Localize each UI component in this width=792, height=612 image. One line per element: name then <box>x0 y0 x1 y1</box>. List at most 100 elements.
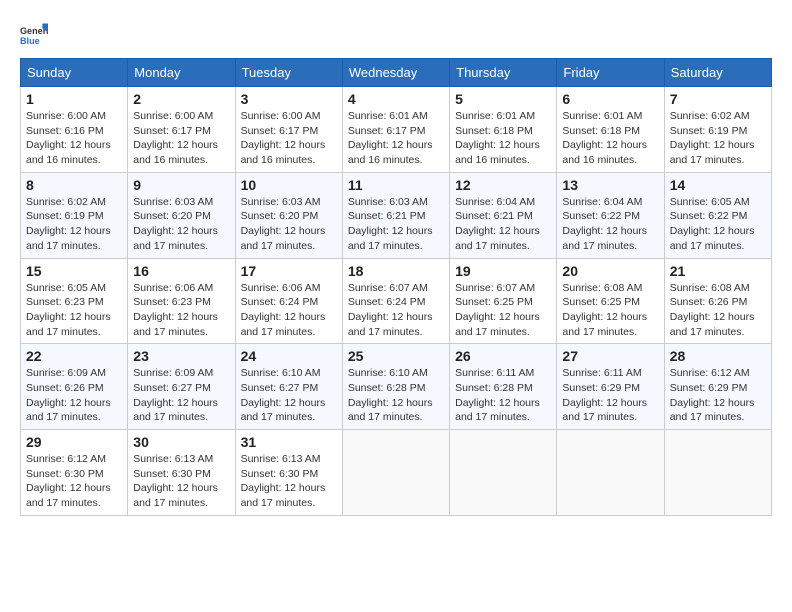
calendar-table: SundayMondayTuesdayWednesdayThursdayFrid… <box>20 58 772 516</box>
day-number: 4 <box>348 91 444 107</box>
col-header-saturday: Saturday <box>664 59 771 87</box>
day-info: Sunrise: 6:00 AMSunset: 6:17 PMDaylight:… <box>133 109 229 168</box>
day-number: 15 <box>26 263 122 279</box>
calendar-cell: 17 Sunrise: 6:06 AMSunset: 6:24 PMDaylig… <box>235 258 342 344</box>
calendar-cell: 2 Sunrise: 6:00 AMSunset: 6:17 PMDayligh… <box>128 87 235 173</box>
page-header: General Blue <box>20 20 772 48</box>
day-info: Sunrise: 6:08 AMSunset: 6:26 PMDaylight:… <box>670 281 766 340</box>
day-info: Sunrise: 6:01 AMSunset: 6:18 PMDaylight:… <box>455 109 551 168</box>
day-number: 8 <box>26 177 122 193</box>
day-number: 18 <box>348 263 444 279</box>
calendar-cell: 26 Sunrise: 6:11 AMSunset: 6:28 PMDaylig… <box>450 344 557 430</box>
calendar-week-5: 29 Sunrise: 6:12 AMSunset: 6:30 PMDaylig… <box>21 430 772 516</box>
calendar-week-2: 8 Sunrise: 6:02 AMSunset: 6:19 PMDayligh… <box>21 172 772 258</box>
calendar-cell: 6 Sunrise: 6:01 AMSunset: 6:18 PMDayligh… <box>557 87 664 173</box>
day-info: Sunrise: 6:00 AMSunset: 6:16 PMDaylight:… <box>26 109 122 168</box>
day-number: 28 <box>670 348 766 364</box>
day-number: 12 <box>455 177 551 193</box>
day-info: Sunrise: 6:04 AMSunset: 6:21 PMDaylight:… <box>455 195 551 254</box>
day-number: 10 <box>241 177 337 193</box>
calendar-cell <box>342 430 449 516</box>
calendar-week-4: 22 Sunrise: 6:09 AMSunset: 6:26 PMDaylig… <box>21 344 772 430</box>
col-header-wednesday: Wednesday <box>342 59 449 87</box>
calendar-cell: 20 Sunrise: 6:08 AMSunset: 6:25 PMDaylig… <box>557 258 664 344</box>
logo-icon: General Blue <box>20 20 48 48</box>
day-number: 3 <box>241 91 337 107</box>
col-header-tuesday: Tuesday <box>235 59 342 87</box>
day-number: 30 <box>133 434 229 450</box>
calendar-cell: 15 Sunrise: 6:05 AMSunset: 6:23 PMDaylig… <box>21 258 128 344</box>
calendar-cell: 31 Sunrise: 6:13 AMSunset: 6:30 PMDaylig… <box>235 430 342 516</box>
day-number: 25 <box>348 348 444 364</box>
day-number: 24 <box>241 348 337 364</box>
day-number: 13 <box>562 177 658 193</box>
calendar-cell: 28 Sunrise: 6:12 AMSunset: 6:29 PMDaylig… <box>664 344 771 430</box>
calendar-cell: 29 Sunrise: 6:12 AMSunset: 6:30 PMDaylig… <box>21 430 128 516</box>
calendar-cell: 19 Sunrise: 6:07 AMSunset: 6:25 PMDaylig… <box>450 258 557 344</box>
day-info: Sunrise: 6:05 AMSunset: 6:22 PMDaylight:… <box>670 195 766 254</box>
calendar-cell: 3 Sunrise: 6:00 AMSunset: 6:17 PMDayligh… <box>235 87 342 173</box>
day-info: Sunrise: 6:02 AMSunset: 6:19 PMDaylight:… <box>670 109 766 168</box>
col-header-sunday: Sunday <box>21 59 128 87</box>
calendar-cell <box>450 430 557 516</box>
calendar-cell: 30 Sunrise: 6:13 AMSunset: 6:30 PMDaylig… <box>128 430 235 516</box>
day-info: Sunrise: 6:01 AMSunset: 6:17 PMDaylight:… <box>348 109 444 168</box>
calendar-cell: 18 Sunrise: 6:07 AMSunset: 6:24 PMDaylig… <box>342 258 449 344</box>
day-info: Sunrise: 6:03 AMSunset: 6:20 PMDaylight:… <box>241 195 337 254</box>
calendar-cell: 24 Sunrise: 6:10 AMSunset: 6:27 PMDaylig… <box>235 344 342 430</box>
calendar-cell: 13 Sunrise: 6:04 AMSunset: 6:22 PMDaylig… <box>557 172 664 258</box>
col-header-friday: Friday <box>557 59 664 87</box>
day-info: Sunrise: 6:09 AMSunset: 6:27 PMDaylight:… <box>133 366 229 425</box>
day-number: 7 <box>670 91 766 107</box>
col-header-monday: Monday <box>128 59 235 87</box>
day-info: Sunrise: 6:06 AMSunset: 6:23 PMDaylight:… <box>133 281 229 340</box>
day-info: Sunrise: 6:00 AMSunset: 6:17 PMDaylight:… <box>241 109 337 168</box>
day-info: Sunrise: 6:11 AMSunset: 6:29 PMDaylight:… <box>562 366 658 425</box>
calendar-cell: 23 Sunrise: 6:09 AMSunset: 6:27 PMDaylig… <box>128 344 235 430</box>
day-number: 9 <box>133 177 229 193</box>
day-number: 20 <box>562 263 658 279</box>
svg-text:Blue: Blue <box>20 36 40 46</box>
calendar-cell: 27 Sunrise: 6:11 AMSunset: 6:29 PMDaylig… <box>557 344 664 430</box>
calendar-cell: 5 Sunrise: 6:01 AMSunset: 6:18 PMDayligh… <box>450 87 557 173</box>
day-info: Sunrise: 6:03 AMSunset: 6:20 PMDaylight:… <box>133 195 229 254</box>
day-number: 31 <box>241 434 337 450</box>
calendar-cell: 11 Sunrise: 6:03 AMSunset: 6:21 PMDaylig… <box>342 172 449 258</box>
calendar-cell: 22 Sunrise: 6:09 AMSunset: 6:26 PMDaylig… <box>21 344 128 430</box>
day-number: 27 <box>562 348 658 364</box>
calendar-cell: 12 Sunrise: 6:04 AMSunset: 6:21 PMDaylig… <box>450 172 557 258</box>
day-info: Sunrise: 6:08 AMSunset: 6:25 PMDaylight:… <box>562 281 658 340</box>
day-number: 11 <box>348 177 444 193</box>
day-info: Sunrise: 6:10 AMSunset: 6:28 PMDaylight:… <box>348 366 444 425</box>
day-info: Sunrise: 6:07 AMSunset: 6:24 PMDaylight:… <box>348 281 444 340</box>
calendar-cell: 4 Sunrise: 6:01 AMSunset: 6:17 PMDayligh… <box>342 87 449 173</box>
day-info: Sunrise: 6:11 AMSunset: 6:28 PMDaylight:… <box>455 366 551 425</box>
day-number: 19 <box>455 263 551 279</box>
day-number: 26 <box>455 348 551 364</box>
day-info: Sunrise: 6:07 AMSunset: 6:25 PMDaylight:… <box>455 281 551 340</box>
calendar-cell: 14 Sunrise: 6:05 AMSunset: 6:22 PMDaylig… <box>664 172 771 258</box>
day-info: Sunrise: 6:02 AMSunset: 6:19 PMDaylight:… <box>26 195 122 254</box>
day-info: Sunrise: 6:06 AMSunset: 6:24 PMDaylight:… <box>241 281 337 340</box>
day-info: Sunrise: 6:13 AMSunset: 6:30 PMDaylight:… <box>241 452 337 511</box>
calendar-cell: 7 Sunrise: 6:02 AMSunset: 6:19 PMDayligh… <box>664 87 771 173</box>
day-info: Sunrise: 6:12 AMSunset: 6:29 PMDaylight:… <box>670 366 766 425</box>
day-info: Sunrise: 6:09 AMSunset: 6:26 PMDaylight:… <box>26 366 122 425</box>
calendar-cell: 16 Sunrise: 6:06 AMSunset: 6:23 PMDaylig… <box>128 258 235 344</box>
calendar-cell <box>557 430 664 516</box>
day-number: 17 <box>241 263 337 279</box>
calendar-week-1: 1 Sunrise: 6:00 AMSunset: 6:16 PMDayligh… <box>21 87 772 173</box>
day-number: 5 <box>455 91 551 107</box>
calendar-cell: 1 Sunrise: 6:00 AMSunset: 6:16 PMDayligh… <box>21 87 128 173</box>
day-number: 21 <box>670 263 766 279</box>
day-info: Sunrise: 6:04 AMSunset: 6:22 PMDaylight:… <box>562 195 658 254</box>
calendar-cell <box>664 430 771 516</box>
calendar-cell: 25 Sunrise: 6:10 AMSunset: 6:28 PMDaylig… <box>342 344 449 430</box>
day-number: 6 <box>562 91 658 107</box>
day-info: Sunrise: 6:10 AMSunset: 6:27 PMDaylight:… <box>241 366 337 425</box>
day-number: 1 <box>26 91 122 107</box>
logo: General Blue <box>20 20 48 48</box>
calendar-week-3: 15 Sunrise: 6:05 AMSunset: 6:23 PMDaylig… <box>21 258 772 344</box>
day-number: 23 <box>133 348 229 364</box>
day-info: Sunrise: 6:01 AMSunset: 6:18 PMDaylight:… <box>562 109 658 168</box>
